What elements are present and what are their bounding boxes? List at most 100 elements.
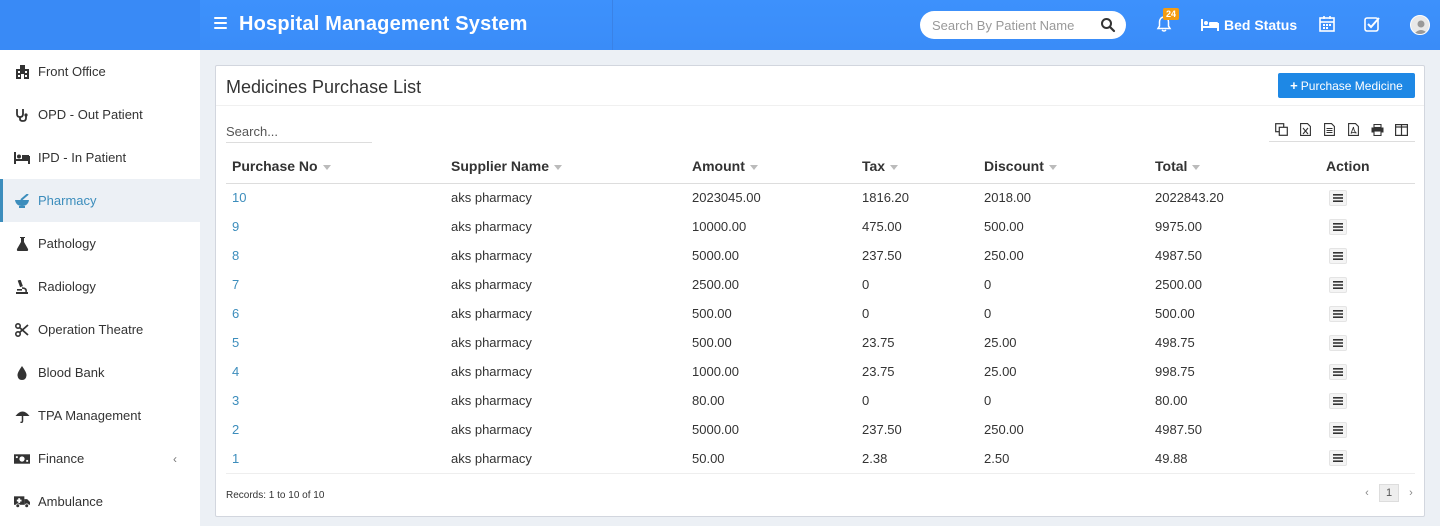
row-menu-button[interactable] bbox=[1329, 363, 1347, 380]
sidebar-item-radiology[interactable]: Radiology bbox=[0, 265, 200, 308]
patient-search-input[interactable] bbox=[932, 16, 1097, 34]
hamburger-menu-icon[interactable] bbox=[214, 17, 227, 29]
column-header-tax[interactable]: Tax bbox=[856, 150, 978, 184]
supplier-name: aks pharmacy bbox=[451, 393, 532, 408]
column-header-discount[interactable]: Discount bbox=[978, 150, 1149, 184]
column-header-purchase-no[interactable]: Purchase No bbox=[226, 150, 445, 184]
discount: 2.50 bbox=[978, 444, 1149, 474]
flask-icon bbox=[16, 236, 28, 251]
sort-caret-icon bbox=[1048, 165, 1057, 171]
amount: 80.00 bbox=[692, 393, 725, 408]
sidebar-item-label: Operation Theatre bbox=[38, 322, 144, 337]
purchase-no-link[interactable]: 4 bbox=[226, 357, 445, 386]
column-header-supplier-name[interactable]: Supplier Name bbox=[445, 150, 686, 184]
excel-button[interactable] bbox=[1293, 119, 1317, 141]
purchase-no-link[interactable]: 10 bbox=[226, 183, 445, 212]
print-button[interactable] bbox=[1365, 119, 1389, 141]
row-menu-button[interactable] bbox=[1329, 189, 1347, 206]
table-row: 6 aks pharmacy 500.00 0 0 500.00 bbox=[226, 299, 1415, 328]
row-menu-button[interactable] bbox=[1329, 218, 1347, 235]
row-menu-button[interactable] bbox=[1329, 247, 1347, 264]
sort-caret-icon bbox=[890, 165, 899, 171]
total: 500.00 bbox=[1155, 306, 1195, 321]
table-row: 5 aks pharmacy 500.00 23.75 25.00 498.75 bbox=[226, 328, 1415, 357]
records-count: Records: 1 to 10 of 10 bbox=[226, 490, 325, 501]
discount: 0 bbox=[984, 393, 992, 408]
search-icon[interactable] bbox=[1100, 17, 1116, 33]
bed-status-label: Bed Status bbox=[1224, 17, 1298, 33]
sidebar-item-label: Pathology bbox=[38, 236, 96, 251]
table-search-input[interactable] bbox=[226, 121, 372, 143]
app-title: Hospital Management System bbox=[239, 13, 528, 35]
action-cell bbox=[1320, 299, 1415, 328]
total: 998.75 bbox=[1155, 364, 1195, 379]
table-header-row: Purchase No Supplier Name Amount Tax Dis… bbox=[226, 150, 1415, 184]
tax: 2.38 bbox=[856, 444, 978, 474]
bed-status-link[interactable]: Bed Status bbox=[1201, 16, 1297, 34]
bars-icon bbox=[1333, 251, 1343, 260]
purchase-no-link[interactable]: 3 bbox=[226, 386, 445, 415]
task-check-icon[interactable] bbox=[1363, 15, 1381, 33]
sidebar-item-tpa-management[interactable]: TPA Management bbox=[0, 394, 200, 437]
pagination-next[interactable]: › bbox=[1401, 484, 1421, 502]
row-menu-button[interactable] bbox=[1329, 334, 1347, 351]
row-menu-button[interactable] bbox=[1329, 392, 1347, 409]
sidebar-item-front-office[interactable]: Front Office bbox=[0, 50, 200, 93]
row-menu-button[interactable] bbox=[1329, 450, 1347, 467]
discount: 2018.00 bbox=[984, 190, 1031, 206]
calendar-icon[interactable] bbox=[1318, 15, 1336, 33]
amount: 500.00 bbox=[692, 335, 732, 350]
sidebar: Front Office OPD - Out Patient IPD - In … bbox=[0, 50, 200, 526]
purchase-no-link[interactable]: 6 bbox=[226, 299, 445, 328]
total: 80.00 bbox=[1155, 393, 1188, 408]
tax: 475.00 bbox=[862, 219, 902, 234]
medicines-purchase-box: Medicines Purchase List + Purchase Medic… bbox=[215, 65, 1425, 517]
column-header-amount[interactable]: Amount bbox=[686, 150, 856, 184]
sidebar-item-label: Front Office bbox=[38, 64, 106, 79]
sidebar-item-finance[interactable]: Finance ‹ bbox=[0, 437, 200, 480]
table-row: 8 aks pharmacy 5000.00 237.50 250.00 4987.50 bbox=[226, 241, 1415, 270]
purchase-no-link[interactable]: 1 bbox=[226, 444, 445, 474]
chevron-left-icon: ‹ bbox=[173, 452, 177, 466]
copy-button[interactable] bbox=[1269, 119, 1293, 141]
purchase-no-link[interactable]: 8 bbox=[226, 241, 445, 270]
pagination-page-1[interactable]: 1 bbox=[1379, 484, 1399, 502]
user-avatar[interactable] bbox=[1410, 15, 1430, 35]
excel-file-icon bbox=[1299, 123, 1311, 136]
tax: 23.75 bbox=[862, 364, 895, 379]
purchase-medicine-label: Purchase Medicine bbox=[1300, 78, 1403, 93]
purchase-no-link[interactable]: 7 bbox=[226, 270, 445, 299]
amount: 2023045.00 bbox=[692, 190, 761, 206]
notification-badge: 24 bbox=[1163, 8, 1179, 20]
purchase-medicine-button[interactable]: + Purchase Medicine bbox=[1278, 73, 1415, 98]
sidebar-item-pharmacy[interactable]: Pharmacy bbox=[0, 179, 200, 222]
top-navbar: Hospital Management System 24 Bed Status bbox=[0, 0, 1440, 50]
amount: 500.00 bbox=[692, 306, 732, 321]
columns-button[interactable] bbox=[1389, 119, 1413, 141]
bars-icon bbox=[1333, 222, 1343, 231]
row-menu-button[interactable] bbox=[1329, 305, 1347, 322]
sidebar-item-pathology[interactable]: Pathology bbox=[0, 222, 200, 265]
amount: 5000.00 bbox=[692, 422, 739, 437]
pdf-button[interactable] bbox=[1341, 119, 1365, 141]
sidebar-item-blood-bank[interactable]: Blood Bank bbox=[0, 351, 200, 394]
sort-caret-icon bbox=[322, 165, 331, 171]
purchase-no-link[interactable]: 9 bbox=[226, 212, 445, 241]
pagination-prev[interactable]: ‹ bbox=[1357, 484, 1377, 502]
action-cell bbox=[1320, 241, 1415, 270]
csv-button[interactable] bbox=[1317, 119, 1341, 141]
sidebar-item-opd[interactable]: OPD - Out Patient bbox=[0, 93, 200, 136]
discount: 25.00 bbox=[984, 364, 1017, 379]
row-menu-button[interactable] bbox=[1329, 421, 1347, 438]
sidebar-item-operation-theatre[interactable]: Operation Theatre bbox=[0, 308, 200, 351]
purchase-no-link[interactable]: 2 bbox=[226, 415, 445, 444]
row-menu-button[interactable] bbox=[1329, 276, 1347, 293]
text-file-icon bbox=[1323, 123, 1335, 136]
sidebar-item-ambulance[interactable]: Ambulance bbox=[0, 480, 200, 523]
tax: 237.50 bbox=[862, 422, 902, 437]
sidebar-item-label: Finance bbox=[38, 451, 85, 466]
purchase-no-link[interactable]: 5 bbox=[226, 328, 445, 357]
column-header-total[interactable]: Total bbox=[1149, 150, 1320, 184]
sidebar-item-ipd[interactable]: IPD - In Patient bbox=[0, 136, 200, 179]
box-header: Medicines Purchase List + Purchase Medic… bbox=[216, 66, 1424, 106]
